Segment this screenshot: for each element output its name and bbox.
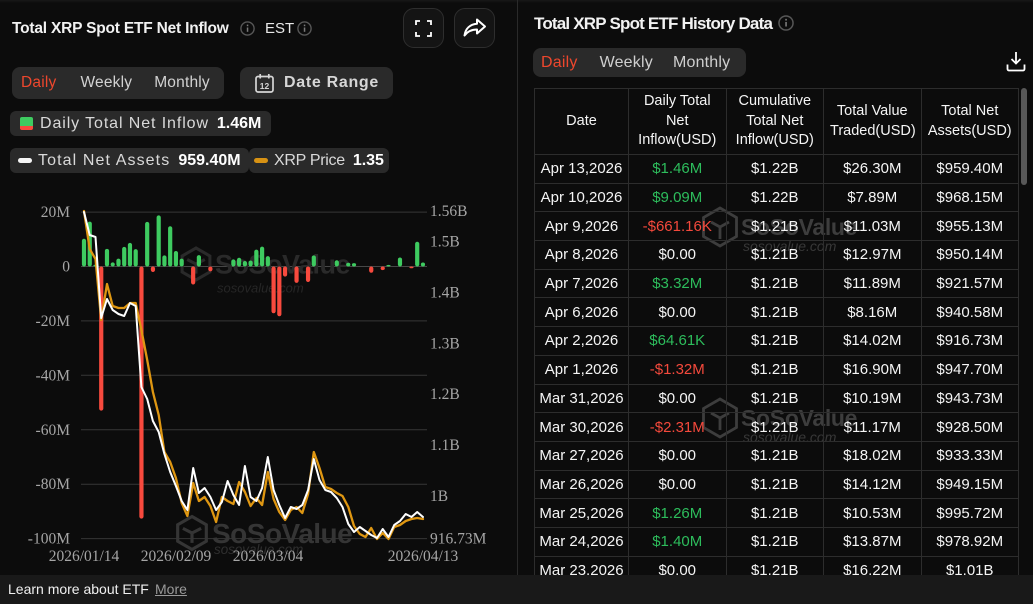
svg-text:2026/03/04: 2026/03/04: [233, 548, 304, 565]
svg-text:-60M: -60M: [36, 422, 71, 439]
svg-text:2026/01/14: 2026/01/14: [49, 548, 120, 565]
svg-text:12: 12: [260, 81, 270, 91]
svg-text:1.4B: 1.4B: [430, 284, 460, 301]
svg-text:-20M: -20M: [36, 313, 71, 330]
svg-text:sosovalue.com: sosovalue.com: [217, 281, 304, 296]
svg-text:1.5B: 1.5B: [430, 234, 460, 251]
svg-text:1.2B: 1.2B: [430, 386, 460, 403]
svg-text:1.1B: 1.1B: [430, 437, 460, 454]
svg-text:916.73M: 916.73M: [430, 531, 487, 548]
svg-text:20M: 20M: [41, 204, 71, 221]
svg-text:2026/04/13: 2026/04/13: [388, 548, 459, 565]
svg-text:1.3B: 1.3B: [430, 335, 460, 352]
svg-text:1B: 1B: [430, 488, 448, 505]
svg-text:-40M: -40M: [36, 367, 71, 384]
svg-text:0: 0: [62, 259, 70, 276]
svg-text:1.56B: 1.56B: [430, 203, 467, 220]
svg-text:-100M: -100M: [28, 531, 70, 548]
svg-text:-80M: -80M: [36, 476, 71, 493]
svg-text:2026/02/09: 2026/02/09: [141, 548, 212, 565]
